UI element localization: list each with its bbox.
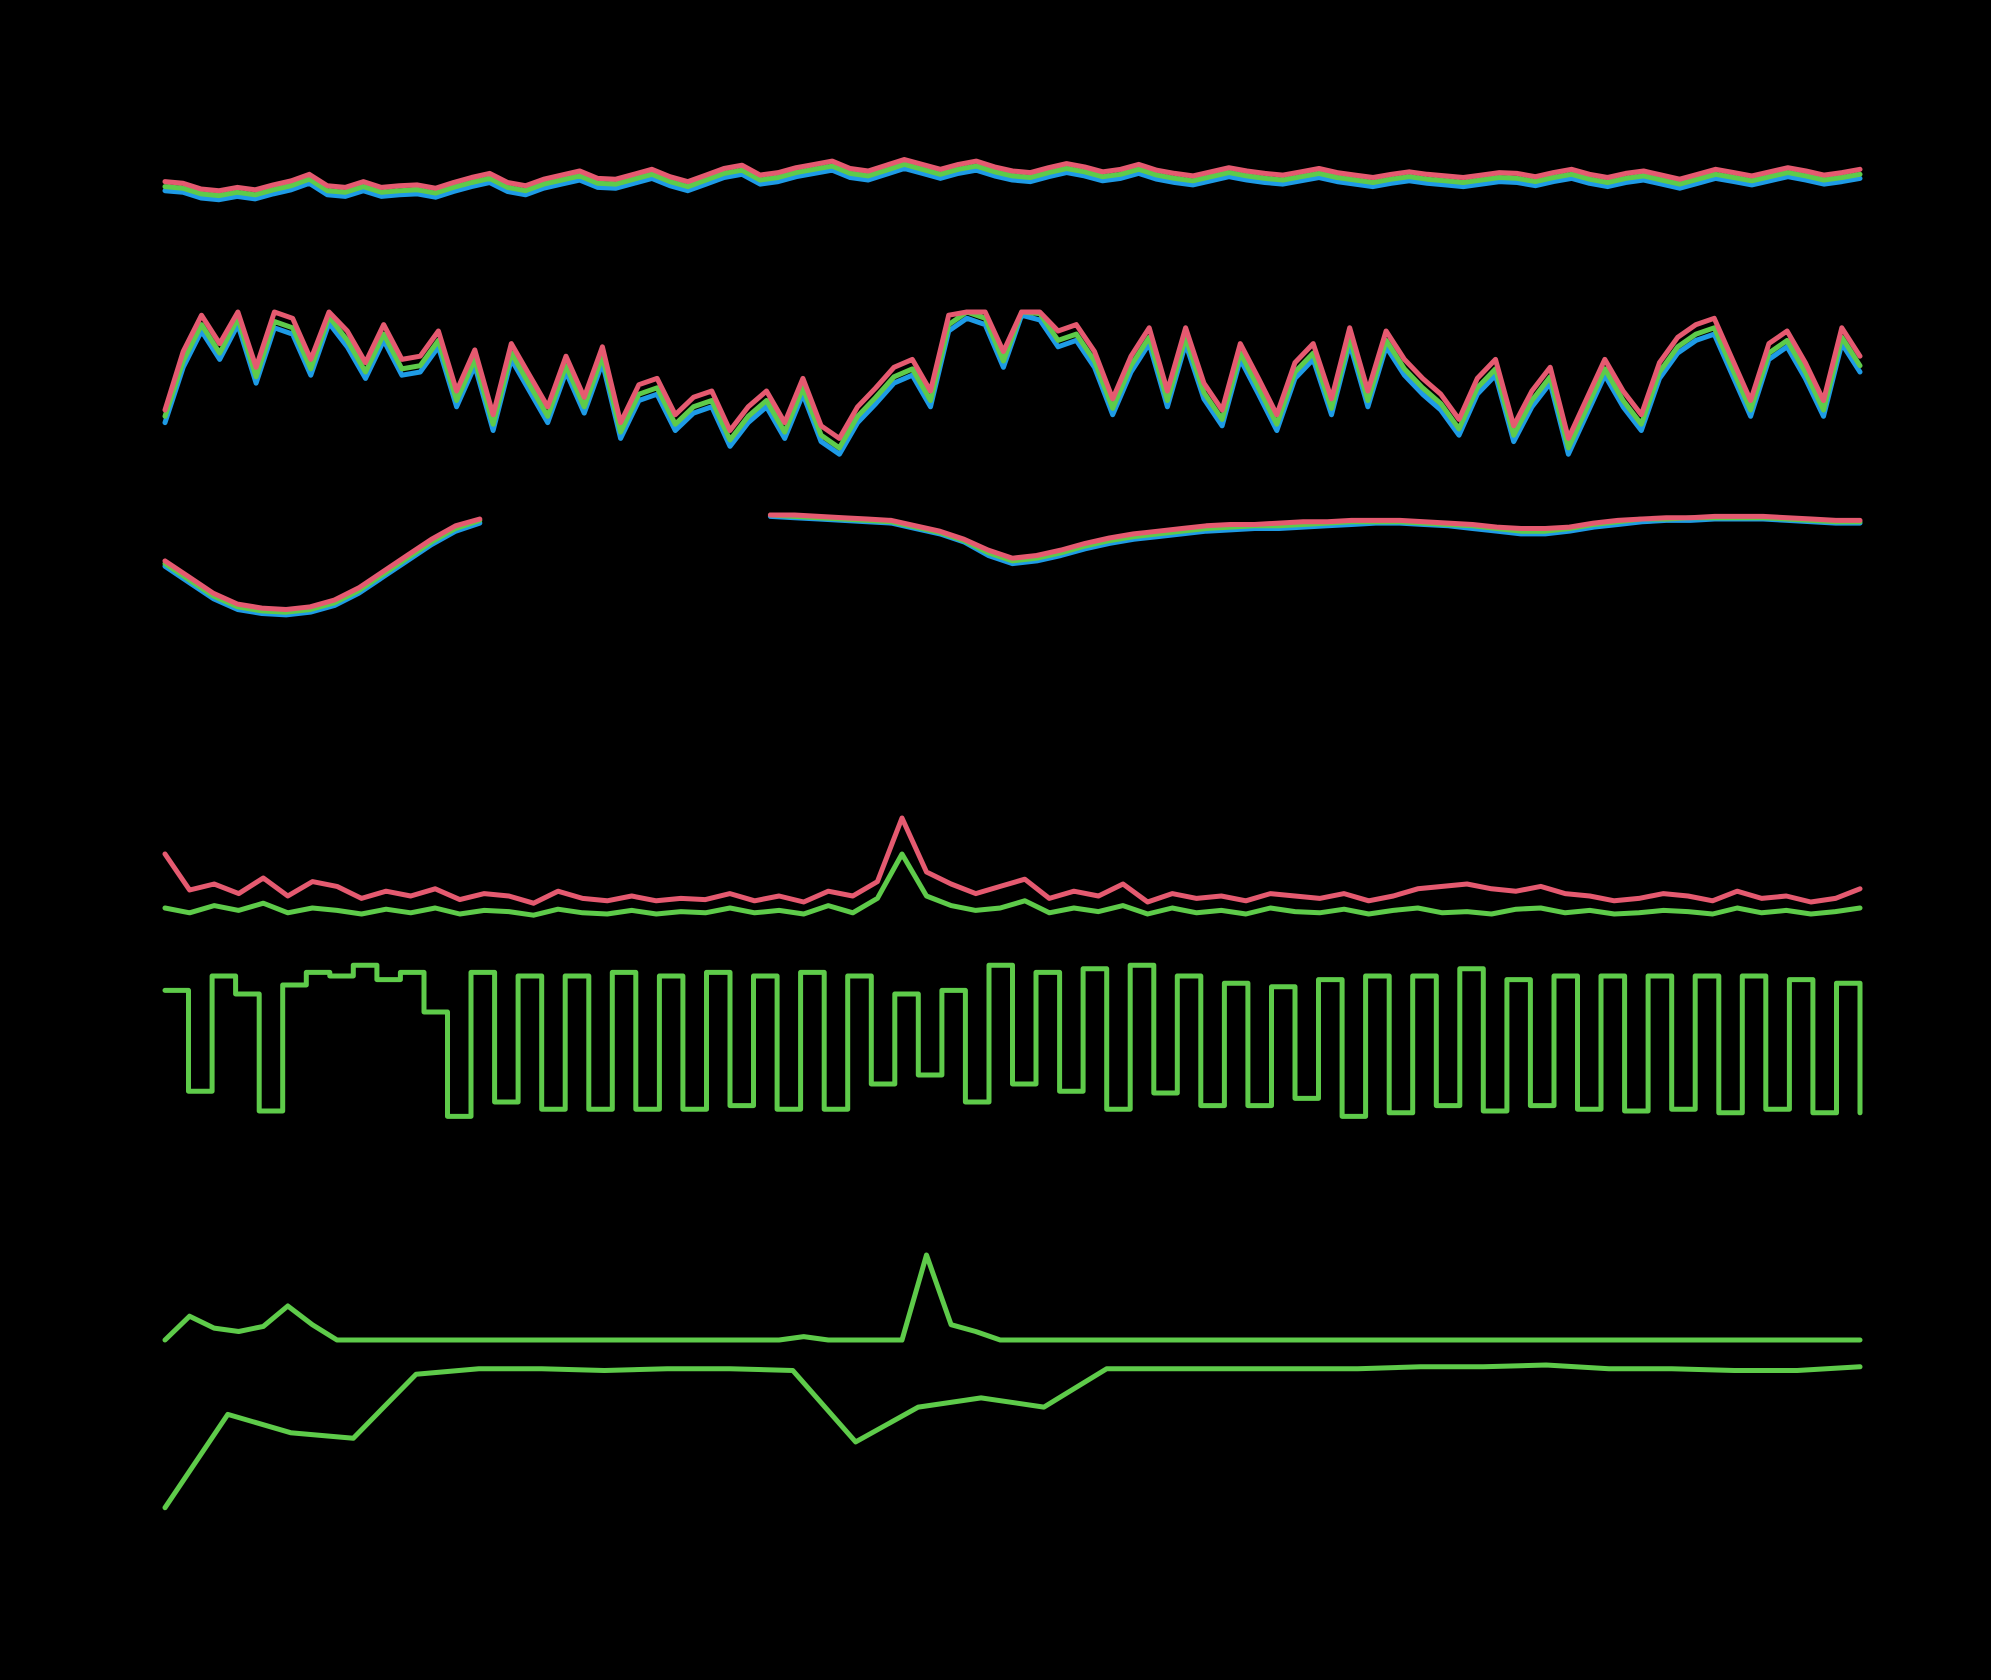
- multi-panel-line-chart: [0, 0, 1991, 1680]
- chart-background: [0, 0, 1991, 1680]
